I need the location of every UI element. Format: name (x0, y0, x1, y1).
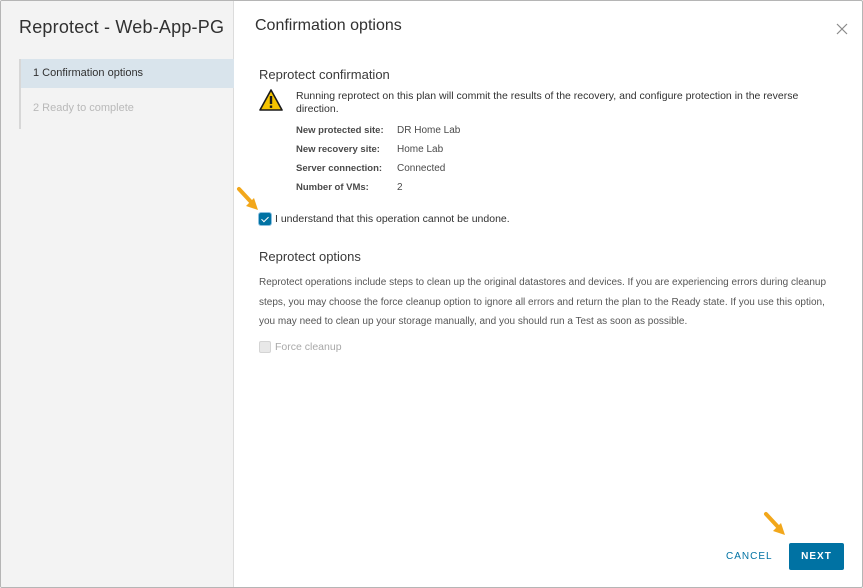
detail-server-connection: Server connection: Connected (296, 163, 445, 174)
page-title: Confirmation options (255, 17, 402, 34)
detail-value: Connected (397, 163, 446, 174)
step-ready-to-complete: 2 Ready to complete (33, 102, 134, 114)
detail-key: Number of VMs: (296, 182, 369, 193)
detail-new-recovery-site: New recovery site: Home Lab (296, 144, 443, 155)
acknowledge-label: I understand that this operation cannot … (275, 213, 510, 225)
close-icon[interactable] (834, 21, 850, 37)
detail-new-protected-site: New protected site: DR Home Lab (296, 125, 460, 136)
detail-key: New protected site: (296, 125, 384, 136)
acknowledge-checkbox[interactable] (259, 213, 271, 225)
reprotect-dialog: Reprotect - Web-App-PG 1 Confirmation op… (0, 0, 863, 588)
wizard-title: Reprotect - Web-App-PG (19, 17, 225, 37)
force-cleanup-label: Force cleanup (275, 341, 342, 353)
detail-value: 2 (397, 182, 403, 193)
detail-value: Home Lab (397, 144, 444, 155)
force-cleanup-checkbox (259, 341, 271, 353)
force-cleanup-row: Force cleanup (259, 341, 342, 353)
cancel-button[interactable]: CANCEL (726, 546, 773, 568)
detail-key: Server connection: (296, 163, 383, 174)
wizard-sidebar: Reprotect - Web-App-PG 1 Confirmation op… (1, 1, 234, 587)
warning-triangle-icon (259, 89, 283, 116)
options-description: Reprotect operations include steps to cl… (259, 277, 827, 327)
acknowledge-checkbox-row[interactable]: I understand that this operation cannot … (259, 213, 510, 225)
warning-message: Running reprotect on this plan will comm… (296, 90, 799, 115)
detail-value: DR Home Lab (397, 125, 461, 136)
options-section-title: Reprotect options (259, 249, 361, 264)
wizard-steps: 1 Confirmation options 2 Ready to comple… (19, 59, 234, 129)
confirmation-section-title: Reprotect confirmation (259, 67, 390, 82)
arrow-pointer-icon (763, 511, 789, 544)
detail-key: New recovery site: (296, 144, 380, 155)
main-content: Confirmation options Reprotect confirmat… (234, 1, 862, 587)
next-button[interactable]: NEXT (789, 543, 844, 570)
detail-number-of-vms: Number of VMs: 2 (296, 182, 403, 193)
step-confirmation-options[interactable]: 1 Confirmation options (21, 59, 234, 88)
